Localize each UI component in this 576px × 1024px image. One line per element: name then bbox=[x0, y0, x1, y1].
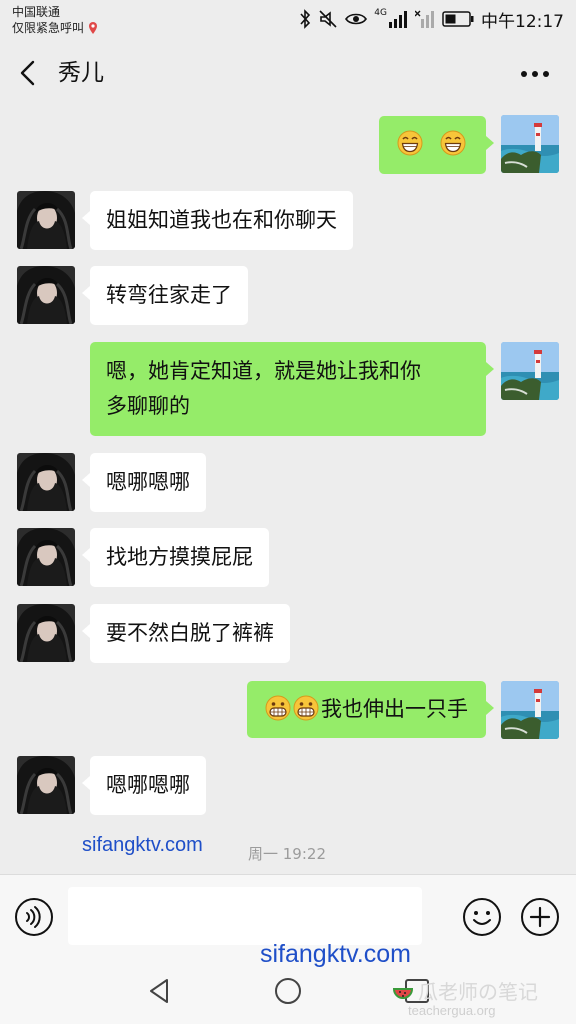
circle-home-icon[interactable] bbox=[271, 974, 305, 1008]
system-indicators: 4G 中午12:17 bbox=[299, 8, 564, 32]
contact-avatar[interactable] bbox=[17, 756, 75, 814]
message-bubble-incoming[interactable]: 嗯哪嗯哪 bbox=[82, 756, 206, 815]
emergency-only-label: 仅限紧急呼叫 bbox=[12, 21, 85, 35]
clock: 中午12:17 bbox=[481, 11, 564, 32]
my-avatar[interactable] bbox=[501, 115, 559, 173]
brand-text: 瓜老师の笔记 bbox=[418, 980, 538, 1004]
contact-avatar[interactable] bbox=[17, 453, 75, 511]
watermark-brand: 瓜老师の笔记 bbox=[392, 976, 538, 1005]
voice-button[interactable] bbox=[14, 897, 54, 937]
message-bubble-outgoing[interactable] bbox=[379, 116, 494, 174]
watermark-site-large: sifangktv.com bbox=[260, 940, 411, 968]
carrier-info: 中国联通 仅限紧急呼叫 bbox=[12, 4, 98, 36]
contact-avatar[interactable] bbox=[17, 604, 75, 662]
message-text-line: 嗯，她肯定知道，就是她让我和你 bbox=[106, 359, 421, 383]
watermark-site: sifangktv.com bbox=[82, 834, 203, 856]
bluetooth-icon bbox=[300, 9, 311, 29]
no-signal-icon bbox=[415, 10, 434, 28]
signal-icon bbox=[389, 11, 407, 28]
mute-icon bbox=[319, 10, 337, 28]
message-bubble-incoming[interactable]: 嗯哪嗯哪 bbox=[82, 453, 206, 512]
eye-comfort-icon bbox=[345, 13, 368, 25]
message-input[interactable] bbox=[68, 887, 422, 945]
contact-avatar[interactable] bbox=[17, 266, 75, 324]
grin-emoji bbox=[440, 130, 466, 156]
contact-avatar[interactable] bbox=[17, 528, 75, 586]
message-bubble-incoming[interactable]: 找地方摸摸屁屁 bbox=[82, 528, 269, 587]
more-functions-button[interactable] bbox=[520, 897, 560, 937]
message-list[interactable]: 姐姐知道我也在和你聊天 转弯往家走了 嗯，她肯定知道，就是她让我和你 多聊聊的 … bbox=[0, 108, 576, 874]
watermelon-icon bbox=[392, 988, 414, 999]
message-text: 我也伸出一只手 bbox=[321, 697, 468, 721]
carrier-name: 中国联通 bbox=[12, 5, 61, 19]
chat-header: 秀儿 bbox=[0, 40, 576, 108]
message-bubble-outgoing[interactable]: 我也伸出一只手 bbox=[247, 681, 494, 738]
grimace-emoji bbox=[265, 695, 291, 721]
message-timestamp: 周一 19:22 bbox=[248, 845, 326, 863]
emoji-button[interactable] bbox=[462, 897, 502, 937]
contact-avatar[interactable] bbox=[17, 191, 75, 249]
my-avatar[interactable] bbox=[501, 681, 559, 739]
message-text-line: 多聊聊的 bbox=[106, 394, 190, 418]
message-bubble-incoming[interactable]: 转弯往家走了 bbox=[82, 266, 248, 325]
watermark-url: teachergua.org bbox=[408, 1003, 496, 1018]
triangle-back-icon[interactable] bbox=[143, 974, 177, 1008]
my-avatar[interactable] bbox=[501, 342, 559, 400]
message-bubble-outgoing[interactable]: 嗯，她肯定知道，就是她让我和你 多聊聊的 bbox=[90, 342, 494, 436]
message-bubble-incoming[interactable]: 要不然白脱了裤裤 bbox=[82, 604, 290, 663]
contact-name: 秀儿 bbox=[58, 60, 104, 86]
message-bubble-incoming[interactable]: 姐姐知道我也在和你聊天 bbox=[82, 191, 353, 250]
more-options-button[interactable] bbox=[520, 60, 550, 88]
battery-icon bbox=[442, 11, 474, 27]
network-type-label: 4G bbox=[374, 8, 387, 18]
grin-emoji bbox=[397, 130, 423, 156]
back-button[interactable] bbox=[14, 58, 44, 88]
status-bar: 中国联通 仅限紧急呼叫 4G 中午12:17 bbox=[0, 0, 576, 40]
grimace-emoji bbox=[293, 695, 319, 721]
location-pin-icon bbox=[89, 22, 98, 34]
